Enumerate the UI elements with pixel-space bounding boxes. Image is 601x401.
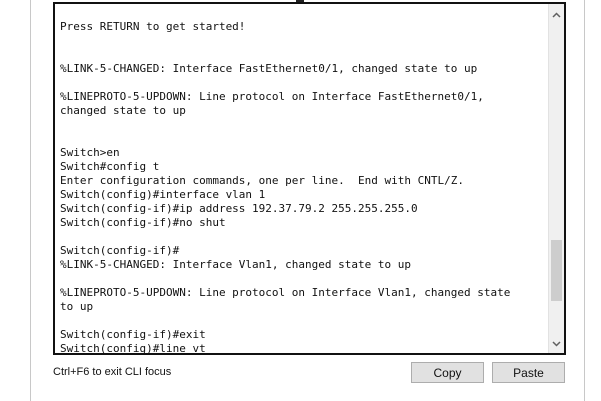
cli-line: Enter configuration commands, one per li… (60, 174, 464, 187)
cli-line (60, 48, 545, 62)
cli-line: Switch(config-if)# (60, 244, 180, 257)
cli-line: Switch(config-if)#exit (60, 328, 206, 341)
scrollbar-thumb[interactable] (551, 240, 562, 301)
cli-line: %LINEPROTO-5-UPDOWN: Line protocol on In… (60, 90, 484, 103)
copy-button[interactable]: Copy (411, 362, 484, 383)
cli-line: Press RETURN to get started! (60, 20, 246, 33)
cli-line: to up (60, 300, 94, 313)
scroll-down-button[interactable] (549, 335, 564, 352)
cli-line: Switch(config-if)#ip address 192.37.79.2… (60, 202, 418, 215)
cli-line: %LINEPROTO-5-UPDOWN: Line protocol on In… (60, 286, 511, 299)
cli-focus-hint: Ctrl+F6 to exit CLI focus (53, 366, 172, 378)
cli-line: %LINK-5-CHANGED: Interface FastEthernet0… (60, 62, 478, 75)
cli-line: Switch#config t (60, 160, 160, 173)
cli-output[interactable]: Press RETURN to get started! %LINK-5-CHAN… (60, 20, 545, 355)
cli-line (60, 132, 545, 146)
chevron-up-icon (552, 11, 561, 18)
cli-line (60, 230, 545, 244)
vertical-scrollbar[interactable] (548, 4, 564, 353)
cli-line (60, 314, 545, 328)
cli-line (60, 34, 545, 48)
scroll-up-button[interactable] (549, 6, 564, 23)
cli-line: %LINK-5-CHANGED: Interface Vlan1, change… (60, 258, 411, 271)
cli-line (60, 76, 545, 90)
cli-line: Switch>en (60, 146, 120, 159)
cli-line: changed state to up (60, 104, 186, 117)
paste-button[interactable]: Paste (492, 362, 565, 383)
cli-terminal[interactable]: Press RETURN to get started! %LINK-5-CHAN… (53, 2, 566, 355)
cli-line (60, 272, 545, 286)
chevron-down-icon (552, 340, 561, 347)
cli-line: Switch(config)#line vt (60, 342, 206, 355)
cli-line: Switch(config)#interface vlan 1 (60, 188, 266, 201)
cli-line (60, 118, 545, 132)
cli-line: Switch(config-if)#no shut (60, 216, 226, 229)
